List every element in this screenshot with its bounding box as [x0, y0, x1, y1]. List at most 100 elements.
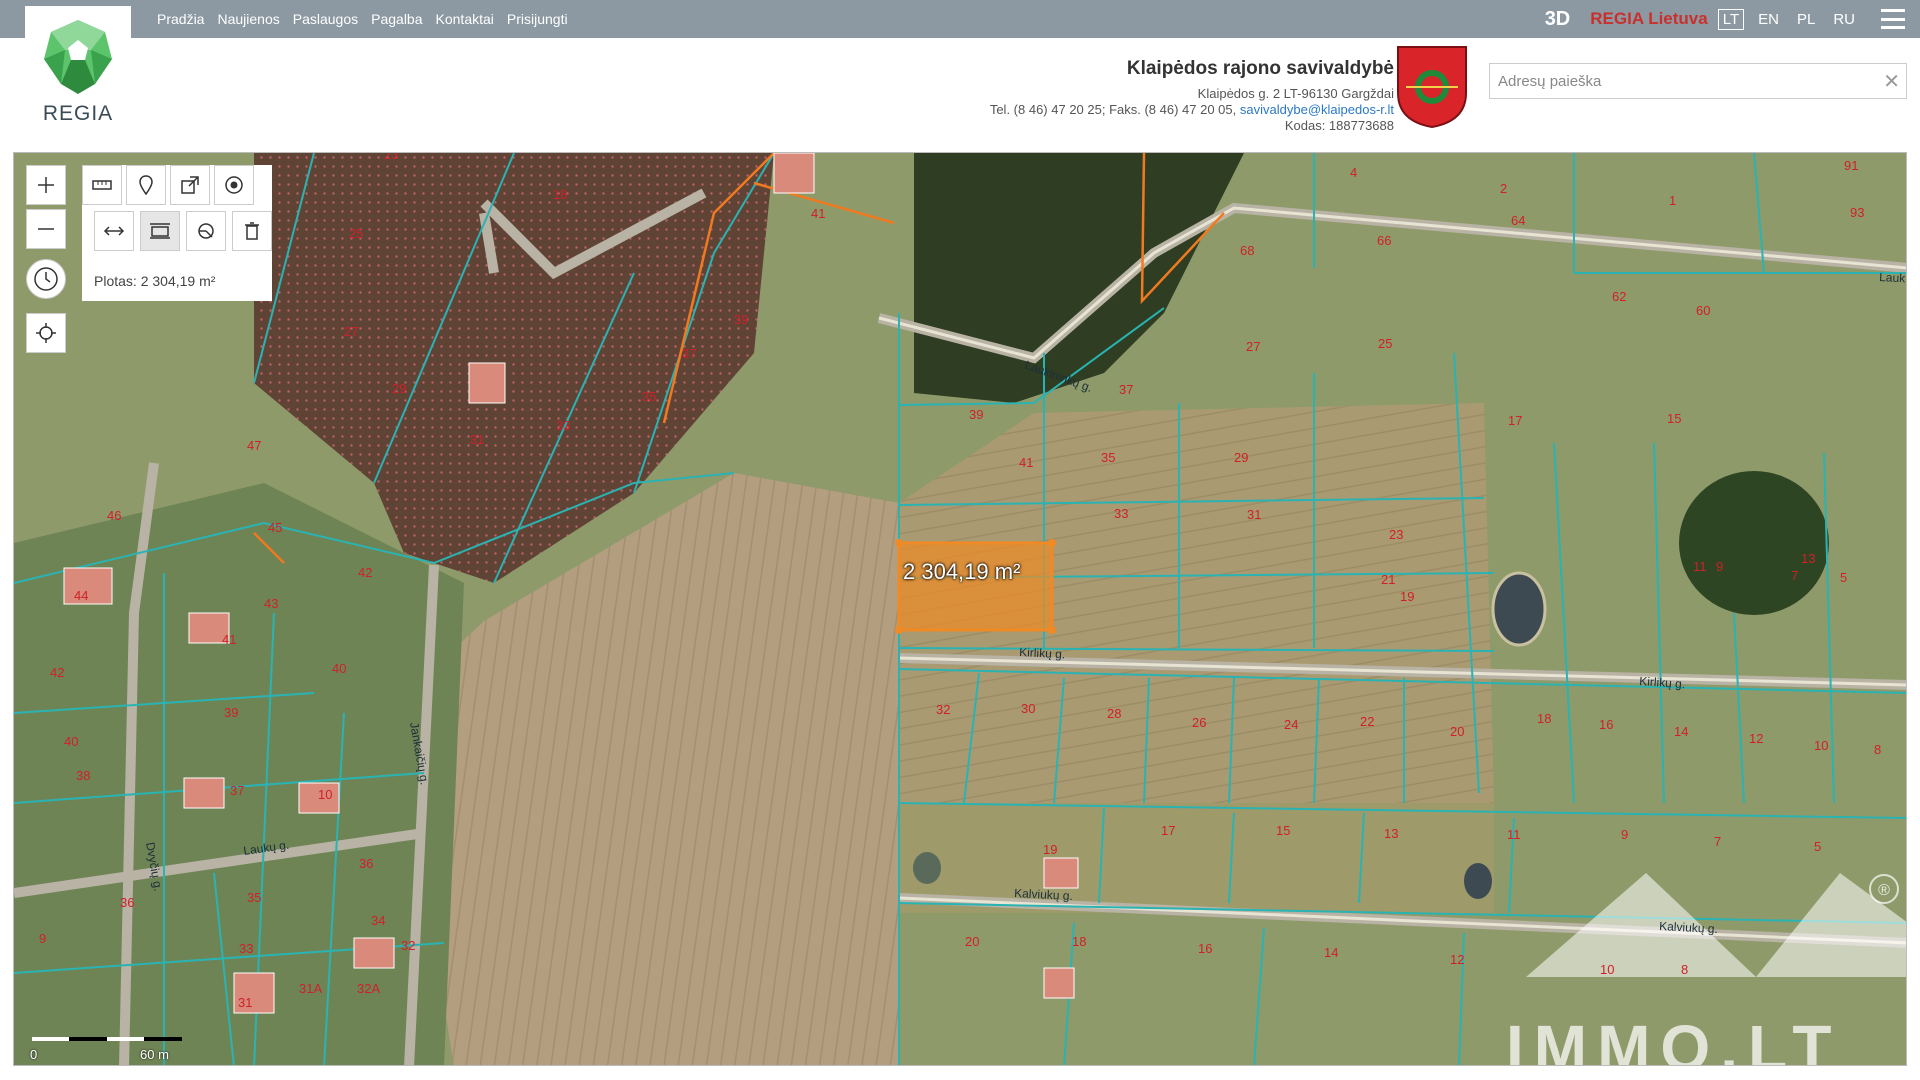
parcel-number: 16	[1198, 941, 1212, 956]
measure-area-icon	[150, 223, 170, 239]
nav-news[interactable]: Naujienos	[217, 11, 279, 27]
selected-parcel[interactable]	[897, 541, 1054, 632]
parcel-number: 31	[238, 995, 252, 1010]
parcel-number: 39	[224, 705, 238, 720]
top-bar: Pradžia Naujienos Paslaugos Pagalba Kont…	[0, 0, 1920, 38]
pond-small	[1464, 863, 1492, 899]
municipality-info: Klaipėdos rajono savivaldybė Klaipėdos g…	[990, 58, 1394, 134]
measure-angle-icon	[198, 223, 214, 239]
hamburger-icon[interactable]	[1881, 9, 1905, 29]
watermark-text: IMMO.LT	[1506, 1012, 1842, 1066]
parcel-number: 36	[359, 856, 373, 871]
measure-angle-button[interactable]	[186, 211, 226, 251]
measure-tool-button[interactable]	[82, 165, 122, 205]
parcel-number: 20	[1450, 724, 1464, 739]
lang-pl[interactable]: PL	[1793, 10, 1819, 29]
parcel-number: 35	[642, 389, 656, 404]
lang-lt[interactable]: LT	[1717, 8, 1745, 30]
close-icon[interactable]: ✕	[1883, 69, 1900, 94]
parcel-number: 32	[401, 938, 415, 953]
parcel-number: 46	[107, 508, 121, 523]
parcel-number: 10	[318, 787, 332, 802]
scale-end: 60 m	[140, 1047, 169, 1062]
parcel-number: 60	[1696, 303, 1710, 318]
nav-home[interactable]: Pradžia	[157, 11, 204, 27]
municipality-contacts: Tel. (8 46) 47 20 25; Faks. (8 46) 47 20…	[990, 102, 1394, 118]
regia-logo[interactable]: REGIA	[25, 6, 131, 148]
target-icon	[225, 176, 243, 194]
parcel-number: 35	[1101, 450, 1115, 465]
parcel-number: 93	[1850, 205, 1864, 220]
nav-help[interactable]: Pagalba	[371, 11, 422, 27]
municipality-phone: Tel. (8 46) 47 20 25; Faks. (8 46) 47 20…	[989, 102, 1237, 117]
map-canvas[interactable]: ® Laukininkų g. Kirlikų g. Kirlikų g. Ka…	[14, 153, 1907, 1066]
parcel-number: 23	[1389, 527, 1403, 542]
nav-contacts[interactable]: Kontaktai	[436, 11, 494, 27]
parcel-number: 5	[1814, 839, 1821, 854]
measure-length-icon	[103, 226, 125, 236]
lang-ru[interactable]: RU	[1829, 10, 1859, 29]
marker-button[interactable]	[126, 165, 166, 205]
parcel-number: 43	[264, 596, 278, 611]
parcel-number: 41	[1019, 455, 1033, 470]
map-view[interactable]: ® Laukininkų g. Kirlikų g. Kirlikų g. Ka…	[13, 152, 1907, 1066]
parcel-number: 66	[1377, 233, 1391, 248]
pond-west	[913, 852, 941, 884]
parcel-number: 44	[74, 588, 88, 603]
parcel-number: 19	[1043, 842, 1057, 857]
delete-button[interactable]	[232, 211, 272, 251]
parcel-number: 5	[1840, 570, 1847, 585]
parcel-number: 62	[1612, 289, 1626, 304]
target-button[interactable]	[214, 165, 254, 205]
parcel-number: 33	[239, 941, 253, 956]
parcel-number: 91	[1844, 158, 1858, 173]
parcel-number: 11	[1507, 827, 1521, 842]
parcel-number: 35	[247, 890, 261, 905]
parcel-number: 36	[120, 895, 134, 910]
parcel-number: 14	[1324, 945, 1338, 960]
parcel-number: 19	[1400, 589, 1414, 604]
parcel-number: 33	[1114, 506, 1128, 521]
municipality-address: Klaipėdos g. 2 LT-96130 Gargždai	[1197, 86, 1394, 101]
tree-cluster	[1679, 471, 1829, 615]
parcel-number: 1	[1669, 193, 1676, 208]
nav-login[interactable]: Prisijungti	[507, 11, 568, 27]
export-button[interactable]	[170, 165, 210, 205]
parcel-number: 39	[969, 407, 983, 422]
parcel-number: 17	[1161, 823, 1175, 838]
parcel-number: 13	[1801, 551, 1815, 566]
measure-length-button[interactable]	[94, 211, 134, 251]
history-button[interactable]	[26, 259, 66, 299]
parcel-number: 40	[64, 734, 78, 749]
logo-text: REGIA	[42, 102, 114, 125]
pin-icon	[139, 175, 153, 195]
parcel-number: 28	[1107, 706, 1121, 721]
nav-services[interactable]: Paslaugos	[293, 11, 358, 27]
parcel-number: 14	[1674, 724, 1688, 739]
zoom-in-icon	[38, 177, 54, 193]
parcel-number: 11	[1693, 559, 1707, 574]
search-input[interactable]	[1490, 64, 1886, 98]
zoom-out-button[interactable]	[26, 209, 66, 249]
registered-mark: ®	[1878, 882, 1890, 899]
svg-text:Kirlikų g.: Kirlikų g.	[1019, 645, 1066, 661]
regia-logo-icon	[44, 20, 112, 94]
municipality-name: Klaipėdos rajono savivaldybė	[1126, 58, 1394, 79]
3d-button[interactable]: 3D	[1545, 8, 1571, 31]
parcel-number: 13	[1384, 826, 1398, 841]
zoom-in-button[interactable]	[26, 165, 66, 205]
parcel-number: 17	[1508, 413, 1522, 428]
municipality-email[interactable]: savivaldybe@klaipedos-r.lt	[1240, 102, 1394, 117]
parcel-number: 39	[734, 312, 748, 327]
measure-area-button[interactable]	[140, 211, 180, 251]
locate-icon	[36, 323, 56, 343]
lang-en[interactable]: EN	[1754, 10, 1783, 29]
main-nav: Pradžia Naujienos Paslaugos Pagalba Kont…	[157, 0, 568, 38]
parcel-number: 12	[1450, 952, 1464, 967]
locate-button[interactable]	[26, 313, 66, 353]
parcel-number: 37	[230, 783, 244, 798]
parcel-number: 15	[1276, 823, 1290, 838]
parcel-number: 29	[392, 381, 406, 396]
coat-of-arms-icon	[1397, 46, 1467, 129]
export-icon	[181, 176, 199, 194]
